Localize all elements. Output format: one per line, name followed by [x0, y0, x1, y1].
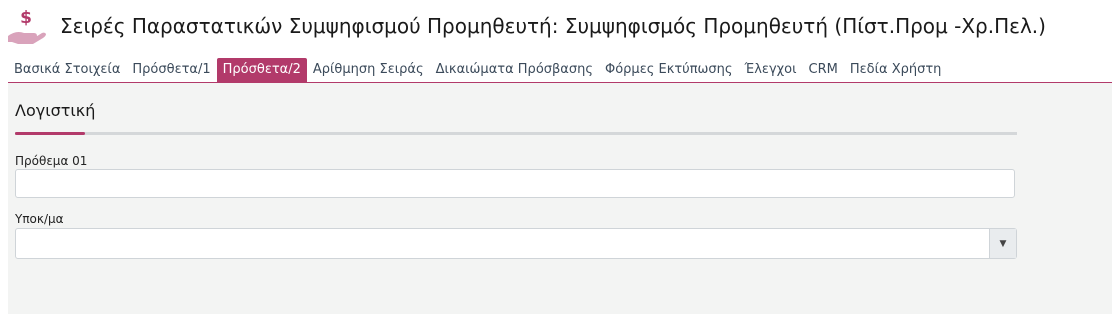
tab-user-fields[interactable]: Πεδία Χρήστη: [844, 58, 948, 82]
prefix-input[interactable]: [15, 169, 1015, 198]
section-divider: [15, 132, 1017, 135]
caret-down-icon[interactable]: ▼: [989, 229, 1016, 258]
prefix-label: Πρόθεμα 01: [15, 154, 88, 168]
subaccount-label: Υποκ/μα: [15, 212, 64, 226]
page-header: $ Σειρές Παραστατικών Συμψηφισμού Προμηθ…: [0, 0, 1112, 56]
money-hand-icon: $: [8, 8, 46, 44]
page-title: Σειρές Παραστατικών Συμψηφισμού Προμηθευ…: [60, 14, 1046, 38]
tab-basic-info[interactable]: Βασικά Στοιχεία: [8, 58, 126, 82]
tab-extra-2[interactable]: Πρόσθετα/2: [216, 58, 307, 82]
tab-bar: Βασικά Στοιχεία Πρόσθετα/1 Πρόσθετα/2 Αρ…: [8, 58, 1112, 83]
subaccount-select[interactable]: ▼: [15, 228, 1017, 259]
tab-checks[interactable]: Έλεγχοι: [739, 58, 803, 82]
tab-extra-1[interactable]: Πρόσθετα/1: [126, 58, 216, 82]
tab-crm[interactable]: CRM: [803, 58, 844, 82]
tab-print-forms[interactable]: Φόρμες Εκτύπωσης: [599, 58, 739, 82]
tab-series-numbering[interactable]: Αρίθμηση Σειράς: [307, 58, 430, 82]
svg-text:$: $: [20, 8, 32, 28]
form-panel: Λογιστική Πρόθεμα 01 Υποκ/μα ▼: [8, 83, 1112, 314]
section-title: Λογιστική: [15, 101, 96, 120]
tab-access-rights[interactable]: Δικαιώματα Πρόσβασης: [430, 58, 599, 82]
section-divider-accent: [15, 132, 85, 135]
